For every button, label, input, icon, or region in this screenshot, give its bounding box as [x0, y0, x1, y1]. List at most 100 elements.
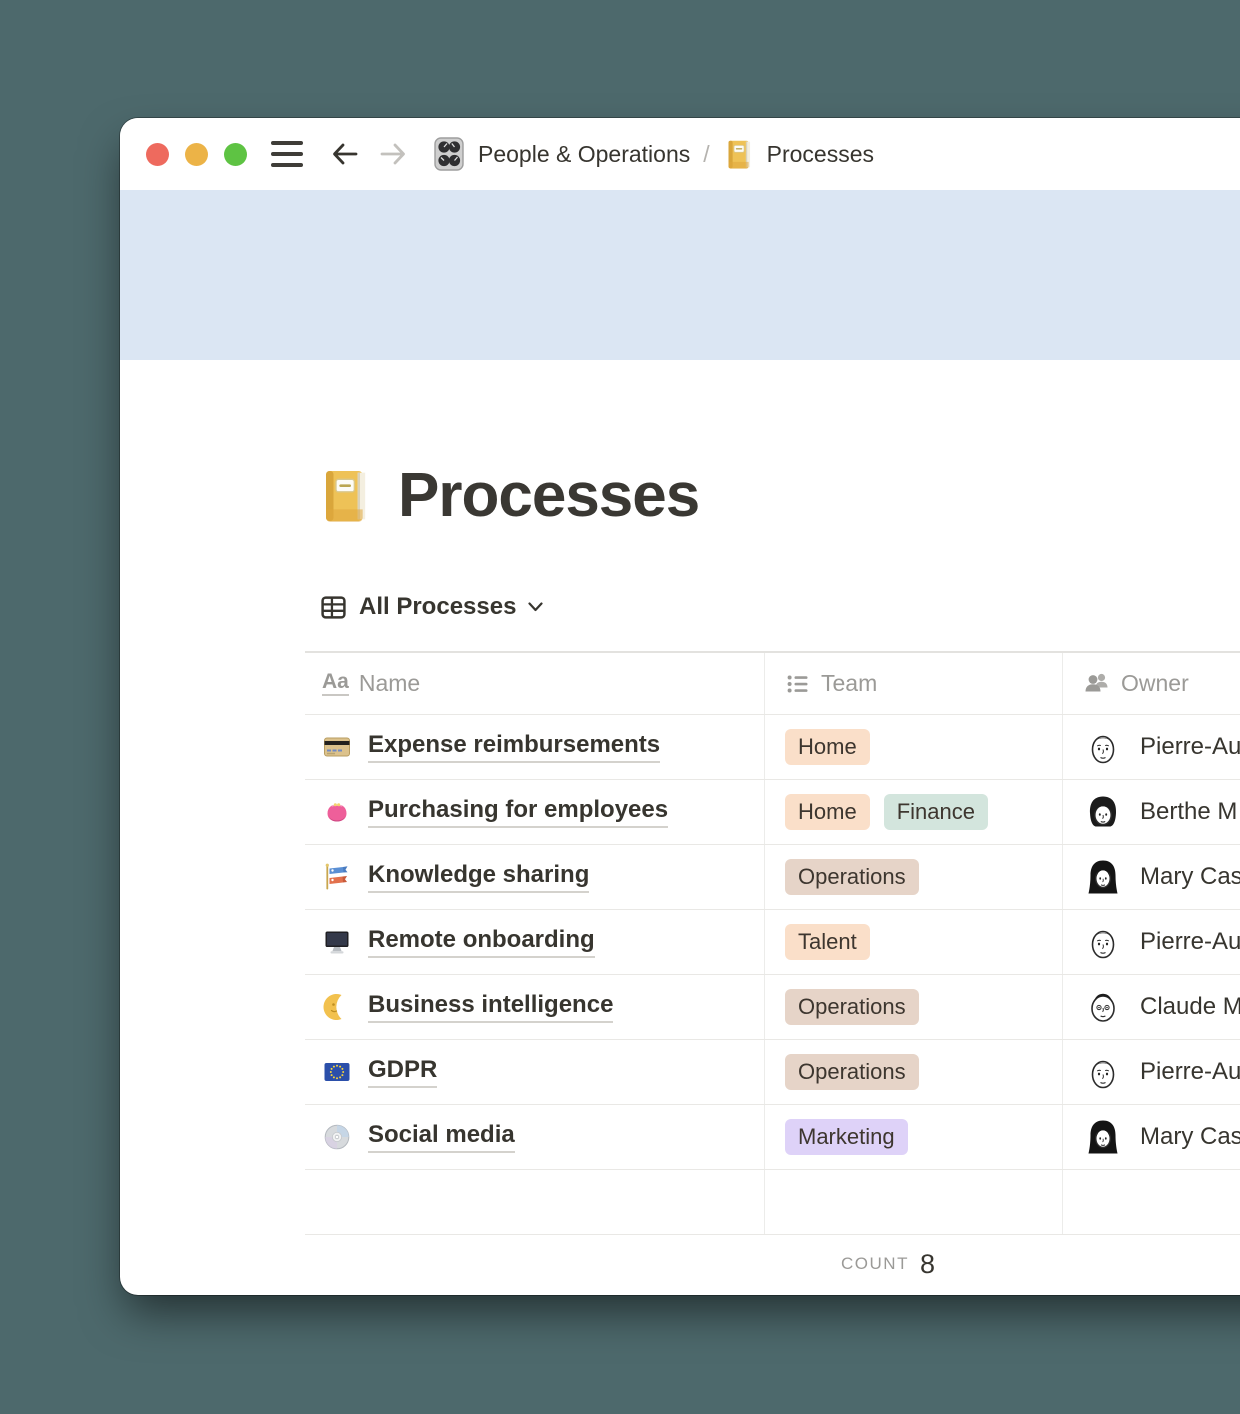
page-link[interactable]: Business intelligence — [368, 991, 613, 1023]
hamburger-menu-icon[interactable] — [271, 141, 303, 167]
multi-select-property-icon — [785, 671, 811, 697]
page-link[interactable]: Purchasing for employees — [368, 796, 668, 828]
team-tag[interactable]: Home — [785, 729, 870, 765]
breadcrumb-separator: / — [703, 141, 709, 168]
team-tag[interactable]: Talent — [785, 924, 870, 960]
team-cell[interactable]: Operations — [765, 975, 1063, 1039]
team-cell[interactable]: Talent — [765, 910, 1063, 974]
woman-long-hair-sketch-avatar — [1083, 857, 1123, 897]
breadcrumb-page-label: Processes — [767, 141, 874, 168]
ledger-notebook-icon — [723, 138, 756, 171]
column-header-owner[interactable]: Owner — [1063, 653, 1240, 714]
team-cell[interactable]: Home — [765, 715, 1063, 779]
name-cell[interactable]: Expense reimbursements — [305, 715, 765, 779]
name-cell[interactable] — [305, 1170, 765, 1234]
count-value: 8 — [920, 1249, 935, 1280]
team-tag[interactable]: Operations — [785, 859, 919, 895]
column-label: Owner — [1121, 670, 1189, 697]
app-window: People & Operations / Processes Processe… — [120, 118, 1240, 1295]
owner-cell[interactable]: Mary Cas — [1063, 1105, 1240, 1169]
close-button[interactable] — [146, 143, 169, 166]
owner-name: Mary Cas — [1140, 1123, 1240, 1151]
name-cell[interactable]: Social media — [305, 1105, 765, 1169]
name-cell[interactable]: GDPR — [305, 1040, 765, 1104]
view-name: All Processes — [359, 593, 516, 621]
man-sketch-avatar — [1083, 1052, 1123, 1092]
owner-cell[interactable]: Pierre-Au — [1063, 1040, 1240, 1104]
owner-cell[interactable]: Berthe M — [1063, 780, 1240, 844]
team-cell[interactable]: Marketing — [765, 1105, 1063, 1169]
table-row: Expense reimbursements Home Pierre-Au — [305, 715, 1240, 780]
owner-name: Berthe M — [1140, 798, 1237, 826]
control-knobs-icon — [431, 136, 467, 172]
back-arrow-icon[interactable] — [329, 139, 361, 169]
column-label: Team — [821, 670, 877, 697]
team-tag[interactable]: Finance — [884, 794, 988, 830]
chevron-down-icon — [528, 602, 543, 612]
team-cell[interactable]: Operations — [765, 1040, 1063, 1104]
owner-cell[interactable]: Pierre-Au — [1063, 910, 1240, 974]
column-header-name[interactable]: Aa Name — [305, 653, 765, 714]
team-tag[interactable]: Marketing — [785, 1119, 908, 1155]
team-cell[interactable]: Operations — [765, 845, 1063, 909]
page-link[interactable]: Knowledge sharing — [368, 861, 589, 893]
team-cell[interactable] — [765, 1170, 1063, 1234]
eu-flag-icon — [323, 1058, 351, 1086]
page-icon ledger-notebook-icon[interactable] — [316, 466, 376, 526]
table-view-icon — [320, 594, 347, 621]
forward-arrow-icon[interactable] — [377, 139, 409, 169]
team-tag[interactable]: Operations — [785, 1054, 919, 1090]
column-calculation-count[interactable]: COUNT 8 — [305, 1235, 951, 1293]
page-link[interactable]: GDPR — [368, 1056, 437, 1088]
breadcrumb-workspace[interactable]: People & Operations — [431, 136, 690, 172]
name-cell[interactable]: Knowledge sharing — [305, 845, 765, 909]
person-property-icon — [1083, 670, 1111, 698]
table-row: Remote onboarding Talent Pierre-Au — [305, 910, 1240, 975]
woman-bob-sketch-avatar — [1083, 792, 1123, 832]
team-tag[interactable]: Operations — [785, 989, 919, 1025]
page-link[interactable]: Expense reimbursements — [368, 731, 660, 763]
column-header-team[interactable]: Team — [765, 653, 1063, 714]
purse-icon — [323, 798, 351, 826]
column-label: Name — [359, 670, 420, 697]
page-cover — [120, 190, 1240, 360]
database-table: Aa Name Team Owner Expense reimbursement… — [305, 651, 1240, 1235]
table-row: Social media Marketing Mary Cas — [305, 1105, 1240, 1170]
owner-name: Mary Cas — [1140, 863, 1240, 891]
man-sketch-avatar — [1083, 727, 1123, 767]
crescent-moon-icon — [323, 993, 351, 1021]
owner-cell[interactable]: Claude M — [1063, 975, 1240, 1039]
name-cell[interactable]: Business intelligence — [305, 975, 765, 1039]
table-row: GDPR Operations Pierre-Au — [305, 1040, 1240, 1105]
page-link[interactable]: Remote onboarding — [368, 926, 595, 958]
page-title[interactable]: Processes — [398, 460, 699, 531]
owner-cell[interactable]: Pierre-Au — [1063, 715, 1240, 779]
breadcrumb: People & Operations / Processes — [431, 136, 874, 172]
owner-name: Pierre-Au — [1140, 928, 1240, 956]
page-link[interactable]: Social media — [368, 1121, 515, 1153]
man-sketch-avatar — [1083, 922, 1123, 962]
woman-long-hair-sketch-avatar — [1083, 1117, 1123, 1157]
name-cell[interactable]: Remote onboarding — [305, 910, 765, 974]
owner-name: Pierre-Au — [1140, 1058, 1240, 1086]
table-row: Knowledge sharing Operations Mary Cas — [305, 845, 1240, 910]
credit-card-icon — [323, 733, 351, 761]
table-row: Purchasing for employees Home Finance Be… — [305, 780, 1240, 845]
name-cell[interactable]: Purchasing for employees — [305, 780, 765, 844]
zoom-button[interactable] — [224, 143, 247, 166]
man-round-sketch-avatar — [1083, 987, 1123, 1027]
new-row[interactable] — [305, 1170, 1240, 1235]
breadcrumb-workspace-label: People & Operations — [478, 141, 690, 168]
team-cell[interactable]: Home Finance — [765, 780, 1063, 844]
minimize-button[interactable] — [185, 143, 208, 166]
owner-cell[interactable]: Mary Cas — [1063, 845, 1240, 909]
owner-cell[interactable] — [1063, 1170, 1240, 1234]
team-tag[interactable]: Home — [785, 794, 870, 830]
owner-name: Claude M — [1140, 993, 1240, 1021]
view-selector[interactable]: All Processes — [320, 593, 543, 621]
window-titlebar: People & Operations / Processes — [120, 118, 1240, 190]
table-row: Business intelligence Operations Claude … — [305, 975, 1240, 1040]
breadcrumb-page[interactable]: Processes — [723, 138, 874, 171]
carp-streamer-icon — [323, 863, 351, 891]
count-label: COUNT — [841, 1254, 909, 1274]
